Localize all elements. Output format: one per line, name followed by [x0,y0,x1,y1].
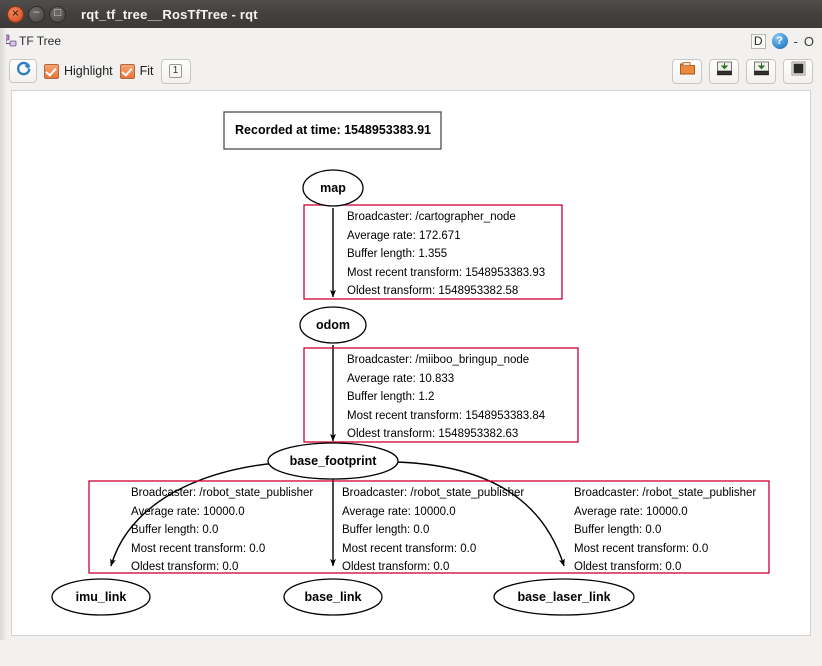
edge-buffer-length: Buffer length: 1.355 [347,248,448,260]
edge-info-base-footprint-base-laser-link: Broadcaster: /robot_state_publisher Aver… [574,484,756,577]
highlight-label: Highlight [64,64,113,78]
graph-node-base-laser-link[interactable]: base_laser_link [517,590,610,604]
edge-average-rate: Average rate: 10000.0 [131,505,245,518]
highlight-checkbox[interactable]: Highlight [44,63,113,79]
save-image-button[interactable] [746,58,776,84]
edge-oldest-transform: Oldest transform: 1548953382.63 [347,428,519,440]
graph-count-button[interactable]: 1 [160,58,191,84]
graph-node-imu-link[interactable]: imu_link [76,590,127,604]
minimize-icon: − [32,7,41,18]
dock-widget-title: TF Tree [19,34,62,48]
close-icon: × [11,7,20,19]
window-minimize-button[interactable]: − [28,5,45,23]
dock-widget-controls: D ? - O [750,33,814,49]
edge-most-recent-transform: Most recent transform: 0.0 [574,542,709,555]
edge-most-recent-transform: Most recent transform: 0.0 [342,542,477,555]
edge-average-rate: Average rate: 172.671 [347,229,461,242]
refresh-button[interactable] [9,59,37,83]
open-folder-icon [679,60,696,82]
graph-node-base-link[interactable]: base_link [305,590,362,604]
help-icon[interactable]: ? [771,33,788,49]
edge-broadcaster: Broadcaster: /robot_state_publisher [342,487,525,499]
refresh-icon [15,60,32,82]
image-preview-button[interactable] [783,58,813,84]
graph-node-base-footprint[interactable]: base_footprint [290,454,377,468]
dock-minimize-button[interactable]: - [794,35,798,48]
recorded-at-time-label: Recorded at time: 1548953383.91 [235,123,431,137]
edge-oldest-transform: Oldest transform: 0.0 [342,561,450,573]
save-image-icon [753,60,770,82]
fit-label: Fit [139,64,154,78]
image-icon [790,60,807,82]
fit-checkbox[interactable]: Fit [119,63,154,79]
edge-info-odom-base-footprint: Broadcaster: /miiboo_bringup_node Averag… [347,351,545,444]
graph-node-odom[interactable]: odom [316,318,350,332]
graph-count-label: 1 [168,64,183,78]
edge-average-rate: Average rate: 10000.0 [574,505,688,518]
window-close-button[interactable]: × [7,5,24,23]
edge-buffer-length: Buffer length: 1.2 [347,391,435,403]
checkbox-checked-icon [119,63,135,79]
edge-average-rate: Average rate: 10.833 [347,372,455,385]
window-statusbar [0,640,822,666]
edge-broadcaster: Broadcaster: /robot_state_publisher [131,487,314,499]
save-dot-icon [716,60,733,82]
edge-most-recent-transform: Most recent transform: 1548953383.84 [347,409,546,422]
edge-broadcaster: Broadcaster: /miiboo_bringup_node [347,354,530,366]
edge-buffer-length: Buffer length: 0.0 [131,524,219,536]
graph-node-map[interactable]: map [320,181,346,195]
edge-buffer-length: Buffer length: 0.0 [574,524,662,536]
plugin-toolbar: Highlight Fit 1 [0,54,822,88]
dock-float-button[interactable]: D [750,33,766,49]
application-window: × − □ rqt_tf_tree__RosTfTree - rqt TF Tr… [0,0,822,666]
window-left-edge [0,28,6,640]
edge-oldest-transform: Oldest transform: 0.0 [574,561,682,573]
dock-close-button[interactable]: O [804,35,814,48]
maximize-icon: □ [53,7,62,18]
tf-graph-canvas[interactable]: Recorded at time: 1548953383.91 map odom… [11,90,811,636]
edge-info-base-footprint-imu-link: Broadcaster: /robot_state_publisher Aver… [131,484,313,577]
window-title: rqt_tf_tree__RosTfTree - rqt [81,6,258,22]
window-titlebar: × − □ rqt_tf_tree__RosTfTree - rqt [0,0,822,28]
edge-oldest-transform: Oldest transform: 1548953382.58 [347,285,519,297]
edge-broadcaster: Broadcaster: /robot_state_publisher [574,487,757,499]
tf-graph: Recorded at time: 1548953383.91 map odom… [12,91,810,635]
edge-average-rate: Average rate: 10000.0 [342,505,456,518]
edge-oldest-transform: Oldest transform: 0.0 [131,561,239,573]
dock-widget-titlebar: TF Tree D ? - O [0,28,822,54]
edge-most-recent-transform: Most recent transform: 0.0 [131,542,266,555]
window-maximize-button[interactable]: □ [49,5,66,23]
load-dot-button[interactable] [672,58,702,84]
edge-broadcaster: Broadcaster: /cartographer_node [347,211,516,223]
edge-info-base-footprint-base-link: Broadcaster: /robot_state_publisher Aver… [342,484,524,577]
edge-most-recent-transform: Most recent transform: 1548953383.93 [347,266,546,279]
edge-info-map-odom: Broadcaster: /cartographer_node Average … [347,208,545,301]
checkbox-checked-icon [44,63,59,79]
save-dot-button[interactable] [709,58,739,84]
edge-buffer-length: Buffer length: 0.0 [342,524,430,536]
